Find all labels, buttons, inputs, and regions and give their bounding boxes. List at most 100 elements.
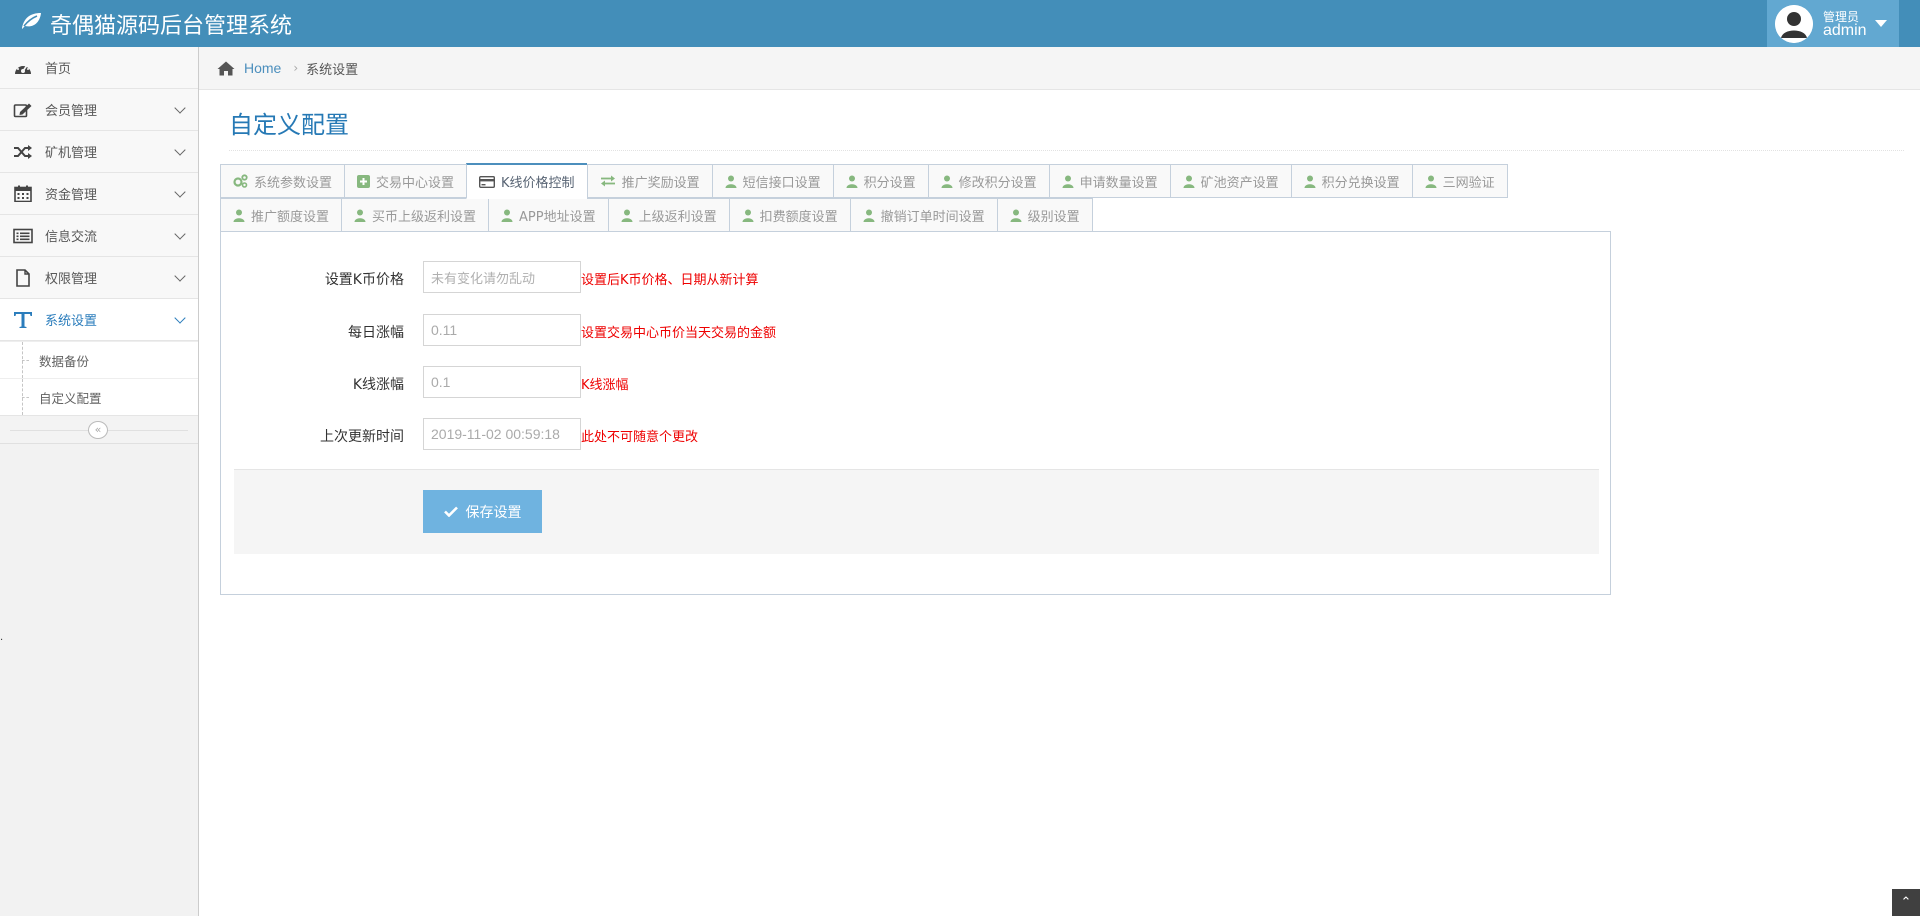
tab-promotion-quota[interactable]: 推广额度设置 — [220, 198, 342, 232]
sidebar-item-members[interactable]: 会员管理 — [0, 89, 198, 131]
tab-three-network-verify[interactable]: 三网验证 — [1411, 164, 1508, 198]
last-update-label: 上次更新时间 — [320, 429, 404, 445]
shuffle-icon — [12, 142, 34, 162]
tab-app-address[interactable]: APP地址设置 — [488, 198, 608, 232]
user-icon — [354, 209, 366, 222]
save-button-label: 保存设置 — [465, 504, 522, 521]
tab-system-params[interactable]: 系统参数设置 — [220, 164, 345, 198]
tab-label: 上级返利设置 — [638, 209, 717, 225]
tab-label: 扣费额度设置 — [759, 209, 838, 225]
check-icon — [443, 506, 458, 517]
tab-superior-rebate[interactable]: 上级返利设置 — [607, 198, 729, 232]
chevron-down-icon — [174, 144, 186, 156]
tab-cancel-order-time[interactable]: 撤销订单时间设置 — [849, 198, 997, 232]
sidebar-item-miners[interactable]: 矿机管理 — [0, 131, 198, 173]
tab-row-2: 推广额度设置 买币上级返利设置 APP地址设置 上级返利设置 扣费额度设置 撤销… — [220, 197, 1615, 232]
sidebar-item-messages[interactable]: 信息交流 — [0, 215, 198, 257]
sidebar-collapse-bar: « — [0, 416, 198, 444]
k-price-input[interactable]: 未有变化请勿乱动 — [423, 261, 581, 293]
user-icon — [742, 209, 754, 222]
user-icon — [621, 209, 633, 222]
tab-buy-coin-rebate[interactable]: 买币上级返利设置 — [341, 198, 489, 232]
tab-modify-points[interactable]: 修改积分设置 — [927, 164, 1049, 198]
user-name: admin — [1823, 21, 1867, 39]
sidebar-subitem-custom-config[interactable]: 自定义配置 — [0, 378, 198, 415]
tab-label: 积分设置 — [863, 175, 916, 191]
kline-config-panel: 设置K币价格 未有变化请勿乱动 设置后K币价格、日期从新计算 每日涨幅 0.11… — [220, 231, 1611, 595]
tab-label: 交易中心设置 — [376, 175, 455, 191]
breadcrumb-home-link[interactable]: Home — [244, 60, 281, 76]
sidebar-item-label: 会员管理 — [45, 104, 98, 119]
tab-label: 短信接口设置 — [742, 175, 821, 191]
chevron-down-icon — [174, 228, 186, 240]
kline-increase-input[interactable]: 0.1 — [423, 366, 581, 398]
double-chevron-up-icon: ⌃ — [1900, 895, 1912, 910]
page-title: 自定义配置 — [229, 111, 349, 139]
sidebar-item-label: 首页 — [45, 62, 72, 77]
sidebar: 首页 会员管理 矿机管理 资金管理 信息交流 权限管理 系统设置 数据备份 自定… — [0, 47, 199, 916]
tab-label: K线价格控制 — [501, 176, 575, 191]
user-icon — [1010, 209, 1022, 222]
sidebar-item-permissions[interactable]: 权限管理 — [0, 257, 198, 299]
user-icon — [1062, 175, 1074, 188]
user-menu[interactable]: 管理员 admin — [1767, 0, 1899, 47]
tab-label: 系统参数设置 — [254, 175, 333, 191]
brand[interactable]: 奇偶猫源码后台管理系统 — [20, 0, 292, 47]
double-chevron-left-icon[interactable]: « — [88, 421, 108, 439]
tab-apply-quantity[interactable]: 申请数量设置 — [1048, 164, 1170, 198]
chevron-down-icon — [174, 270, 186, 282]
kline-increase-label: K线涨幅 — [352, 377, 404, 393]
sidebar-item-funds[interactable]: 资金管理 — [0, 173, 198, 215]
tab-level[interactable]: 级别设置 — [996, 198, 1093, 232]
tab-points[interactable]: 积分设置 — [832, 164, 928, 198]
form-row-last-update: 上次更新时间 2019-11-02 00:59:18 此处不可随意个更改 — [221, 418, 1612, 450]
tab-label: 积分兑换设置 — [1321, 175, 1400, 191]
tab-trading-center[interactable]: 交易中心设置 — [344, 164, 467, 198]
tab-fee-quota[interactable]: 扣费额度设置 — [728, 198, 850, 232]
exchange-icon — [600, 175, 616, 187]
form-actions: 保存设置 — [234, 469, 1599, 554]
page-header: 自定义配置 — [229, 90, 1904, 151]
sidebar-subitem-label: 自定义配置 — [39, 390, 102, 406]
k-price-label: 设置K币价格 — [324, 272, 404, 288]
tab-label: 三网验证 — [1442, 175, 1495, 191]
tab-pool-assets[interactable]: 矿池资产设置 — [1169, 164, 1291, 198]
sidebar-item-label: 信息交流 — [45, 230, 98, 245]
top-navbar: 奇偶猫源码后台管理系统 管理员 admin — [0, 0, 1920, 47]
home-icon — [217, 61, 235, 76]
tab-label: 推广额度设置 — [251, 209, 330, 225]
chevron-down-icon — [174, 102, 186, 114]
tab-label: 撤销订单时间设置 — [880, 209, 985, 225]
form-row-k-price: 设置K币价格 未有变化请勿乱动 设置后K币价格、日期从新计算 — [221, 261, 1612, 293]
submenu-system-settings: 数据备份 自定义配置 — [0, 341, 198, 416]
config-tabs: 系统参数设置 交易中心设置 K线价格控制 推广奖励设置 短信接口设置 积分设置 … — [220, 163, 1615, 232]
save-button[interactable]: 保存设置 — [423, 490, 542, 533]
user-icon — [501, 209, 513, 222]
tab-sms-api[interactable]: 短信接口设置 — [711, 164, 833, 198]
sidebar-subitem-backup[interactable]: 数据备份 — [0, 341, 198, 378]
daily-increase-input[interactable]: 0.11 — [423, 314, 581, 346]
avatar — [1775, 4, 1813, 43]
sidebar-item-home[interactable]: 首页 — [0, 47, 198, 89]
scroll-to-top-button[interactable]: ⌃ — [1892, 889, 1920, 916]
last-update-input[interactable]: 2019-11-02 00:59:18 — [423, 418, 581, 450]
file-icon — [12, 268, 34, 288]
tab-label: 矿池资产设置 — [1200, 175, 1279, 191]
daily-increase-label: 每日涨幅 — [348, 325, 404, 341]
user-icon — [1304, 175, 1316, 188]
tab-promotion-reward[interactable]: 推广奖励设置 — [586, 164, 712, 198]
tab-points-exchange[interactable]: 积分兑换设置 — [1290, 164, 1412, 198]
sidebar-item-label: 矿机管理 — [45, 146, 98, 161]
tab-kline-price[interactable]: K线价格控制 — [466, 163, 587, 199]
daily-increase-hint: 设置交易中心币价当天交易的金额 — [581, 326, 777, 341]
sidebar-item-system-settings[interactable]: 系统设置 — [0, 299, 198, 341]
chevron-down-icon — [174, 186, 186, 198]
user-icon — [863, 209, 875, 222]
edit-icon — [12, 100, 34, 120]
sidebar-item-label: 资金管理 — [45, 188, 98, 203]
breadcrumb-current: 系统设置 — [306, 62, 359, 78]
k-price-hint: 设置后K币价格、日期从新计算 — [581, 273, 759, 288]
form-row-daily-increase: 每日涨幅 0.11 设置交易中心币价当天交易的金额 — [221, 314, 1612, 346]
user-icon — [725, 175, 737, 188]
list-icon — [12, 226, 34, 246]
